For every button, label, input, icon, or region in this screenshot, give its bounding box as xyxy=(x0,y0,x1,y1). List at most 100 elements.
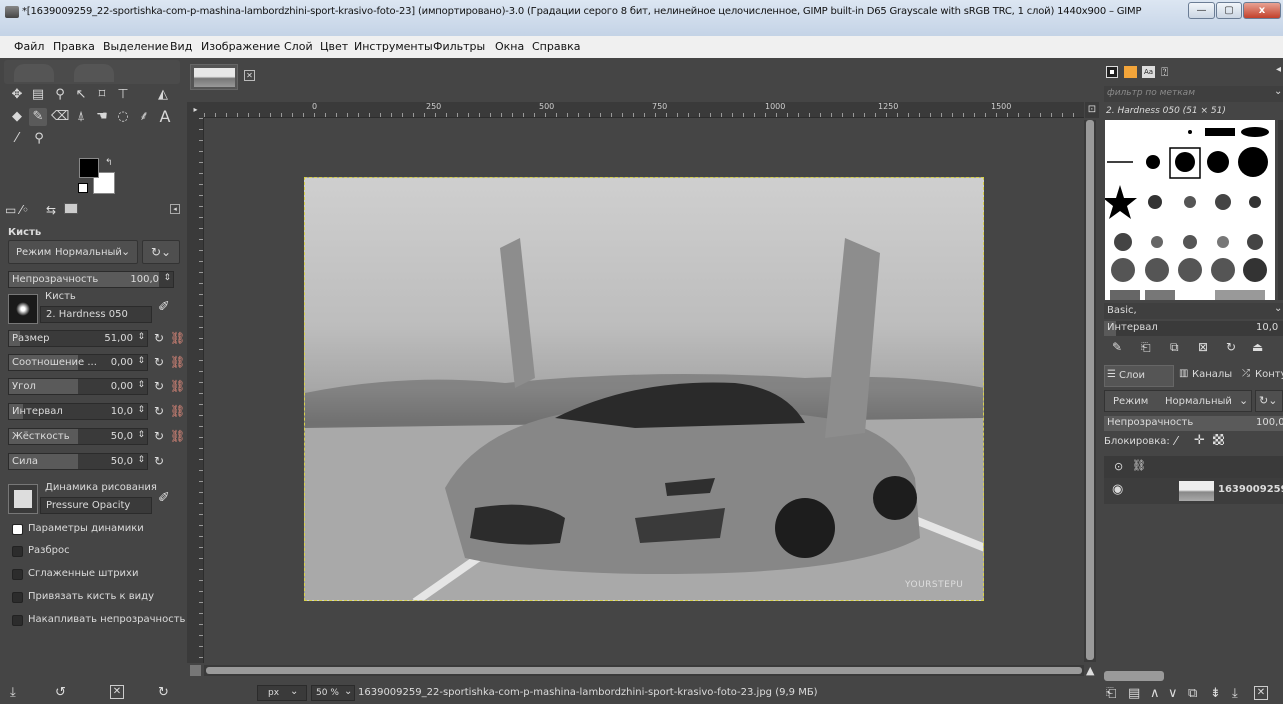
close-button[interactable]: x xyxy=(1243,2,1281,19)
duplicate-layer-icon[interactable]: ⧉ xyxy=(1188,686,1197,701)
delete-brush-icon[interactable]: ⊠ xyxy=(1198,340,1208,354)
quickmask-toggle-icon[interactable]: ▸ xyxy=(187,102,204,118)
spin-icon[interactable]: ⇕ xyxy=(137,430,145,440)
default-colors-icon[interactable] xyxy=(78,183,88,193)
brush-preview[interactable] xyxy=(8,294,38,324)
dynamics-name-field[interactable]: Pressure Opacity xyxy=(40,497,152,514)
clone-tool-icon[interactable]: ⍋ xyxy=(72,108,90,126)
checkbox[interactable] xyxy=(12,524,23,535)
reset-param-icon[interactable]: ↻ xyxy=(152,355,166,370)
zoom-tool-icon[interactable]: ⚲ xyxy=(30,130,48,148)
checkbox[interactable] xyxy=(12,615,23,626)
link-param-icon[interactable]: ⛓ xyxy=(170,379,185,394)
link-param-icon[interactable]: ⛓ xyxy=(170,404,185,419)
image-tab[interactable] xyxy=(190,64,238,90)
delete-layer-icon[interactable]: ✕ xyxy=(1254,686,1268,700)
lock-position-icon[interactable]: ✛ xyxy=(1194,433,1205,448)
horizontal-scrollbar[interactable] xyxy=(204,665,1084,676)
menu-help[interactable]: Справка xyxy=(532,40,580,53)
fonts-tab-icon[interactable]: Aa xyxy=(1142,66,1155,78)
brush-filter-input[interactable]: фильтр по меткам ⌄ xyxy=(1104,86,1283,102)
unit-dropdown[interactable]: px ⌄ xyxy=(257,685,307,701)
restore-options-icon[interactable]: ↺ xyxy=(55,685,66,700)
reset-options-icon[interactable]: ↻ xyxy=(158,685,169,700)
brushes-tab-icon[interactable] xyxy=(1106,66,1118,78)
vertical-scrollbar-thumb[interactable] xyxy=(1086,120,1094,660)
layers-scrollbar-thumb[interactable] xyxy=(1104,671,1164,681)
bucket-fill-tool-icon[interactable]: ◭ xyxy=(154,86,172,104)
eraser-tool-icon[interactable]: ⌫ xyxy=(51,108,69,126)
edit-brush-icon[interactable]: ✎ xyxy=(1112,340,1122,354)
zoom-image-icon[interactable]: ⊡ xyxy=(1085,102,1099,118)
menu-view[interactable]: Вид xyxy=(170,40,192,53)
new-layer-icon[interactable]: ⎗ xyxy=(1106,686,1116,701)
menu-filters[interactable]: Фильтры xyxy=(433,40,485,53)
link-param-icon[interactable]: ⛓ xyxy=(170,429,185,444)
configure-tab-icon[interactable]: ◂ xyxy=(170,204,180,214)
menu-layer[interactable]: Слой xyxy=(284,40,313,53)
foreground-color-swatch[interactable] xyxy=(79,158,99,178)
merge-layer-icon[interactable]: ⤓ xyxy=(1232,686,1238,701)
param-slider[interactable]: Жёсткость 50,0 ⇕ xyxy=(8,428,148,445)
dynamics-preview[interactable] xyxy=(8,484,38,514)
edit-brush-icon[interactable]: ✐ xyxy=(158,299,170,315)
mode-dropdown[interactable]: Режим Нормальный ⌄ xyxy=(8,240,138,264)
reset-param-icon[interactable]: ↻ xyxy=(152,379,166,394)
menu-windows[interactable]: Окна xyxy=(495,40,524,53)
save-options-icon[interactable]: ⤓ xyxy=(10,685,16,700)
brushes-grid[interactable] xyxy=(1105,120,1275,300)
spacing-slider[interactable]: Интервал 10,0 xyxy=(1104,321,1283,336)
link-param-icon[interactable]: ⛓ xyxy=(170,355,185,370)
eye-icon[interactable]: ◉ xyxy=(1112,482,1123,497)
checkbox[interactable] xyxy=(12,546,23,557)
menu-tools[interactable]: Инструменты xyxy=(354,40,433,53)
raise-layer-icon[interactable]: ∧ xyxy=(1150,686,1160,701)
lower-layer-icon[interactable]: ∨ xyxy=(1168,686,1178,701)
horizontal-scrollbar-thumb[interactable] xyxy=(206,667,1082,674)
menu-colors[interactable]: Цвет xyxy=(320,40,348,53)
opacity-slider[interactable]: Непрозрачность 100,0 ⇕ xyxy=(8,271,174,288)
maximize-button[interactable]: ▢ xyxy=(1216,2,1242,19)
paintbrush-tool-icon[interactable]: ✎ xyxy=(29,108,47,126)
reset-param-icon[interactable]: ↻ xyxy=(152,331,166,346)
gradient-tool-icon[interactable]: ◆ xyxy=(8,108,26,126)
menu-file[interactable]: Файл xyxy=(14,40,44,53)
tab-channels[interactable]: ▥ Каналы xyxy=(1176,365,1238,387)
anchor-layer-icon[interactable]: ⇟ xyxy=(1210,686,1221,701)
smudge-tool-icon[interactable]: ☚ xyxy=(93,108,111,126)
minimize-button[interactable]: — xyxy=(1188,2,1215,19)
param-slider[interactable]: Угол 0,00 ⇕ xyxy=(8,378,148,395)
swap-colors-icon[interactable]: ↰ xyxy=(105,158,113,168)
unified-transform-tool-icon[interactable]: ⊤ xyxy=(114,86,132,104)
menu-image[interactable]: Изображение xyxy=(201,40,280,53)
lock-alpha-icon[interactable] xyxy=(1213,434,1224,445)
color-picker-tool-icon[interactable]: ⁄ xyxy=(8,130,26,148)
reset-mode-button[interactable]: ↻⌄ xyxy=(142,240,180,264)
new-layer-group-icon[interactable]: ▤ xyxy=(1128,686,1140,701)
brushes-scrollbar[interactable] xyxy=(1278,120,1283,300)
param-slider[interactable]: Размер 51,00 ⇕ xyxy=(8,330,148,347)
tab-paths[interactable]: ⤮ Контуры xyxy=(1240,365,1283,387)
fuzzy-select-tool-icon[interactable]: ↖ xyxy=(72,86,90,104)
spin-icon[interactable]: ⇕ xyxy=(137,380,145,390)
delete-options-icon[interactable]: ✕ xyxy=(110,685,124,699)
param-slider[interactable]: Сила 50,0 ⇕ xyxy=(8,453,148,470)
crop-tool-icon[interactable]: ⌑ xyxy=(93,86,111,104)
zoom-dropdown[interactable]: 50 % ⌄ xyxy=(311,685,355,701)
spin-icon[interactable]: ⇕ xyxy=(137,455,145,465)
new-brush-icon[interactable]: ⎗ xyxy=(1141,340,1151,355)
spin-icon[interactable]: ⇕ xyxy=(137,405,145,415)
spin-icon[interactable]: ⇕ xyxy=(137,332,145,342)
param-slider[interactable]: Интервал 10,0 ⇕ xyxy=(8,403,148,420)
device-status-tab-icon[interactable]: ⁄◦ xyxy=(20,203,29,217)
brush-set-dropdown[interactable]: Basic, ⌄ xyxy=(1104,303,1283,319)
refresh-brushes-icon[interactable]: ↻ xyxy=(1226,340,1236,354)
open-brush-as-image-icon[interactable]: ⏏ xyxy=(1252,340,1263,354)
undo-history-tab-icon[interactable]: ⇆ xyxy=(46,203,56,217)
edit-dynamics-icon[interactable]: ✐ xyxy=(158,490,170,506)
layer-opacity-slider[interactable]: Непрозрачность 100,0 xyxy=(1104,416,1283,431)
text-tool-icon[interactable]: A xyxy=(156,108,174,126)
tab-layers[interactable]: ☰ Слои xyxy=(1104,365,1174,387)
vertical-scrollbar[interactable] xyxy=(1084,120,1096,662)
close-tab-icon[interactable]: ✕ xyxy=(244,70,255,81)
